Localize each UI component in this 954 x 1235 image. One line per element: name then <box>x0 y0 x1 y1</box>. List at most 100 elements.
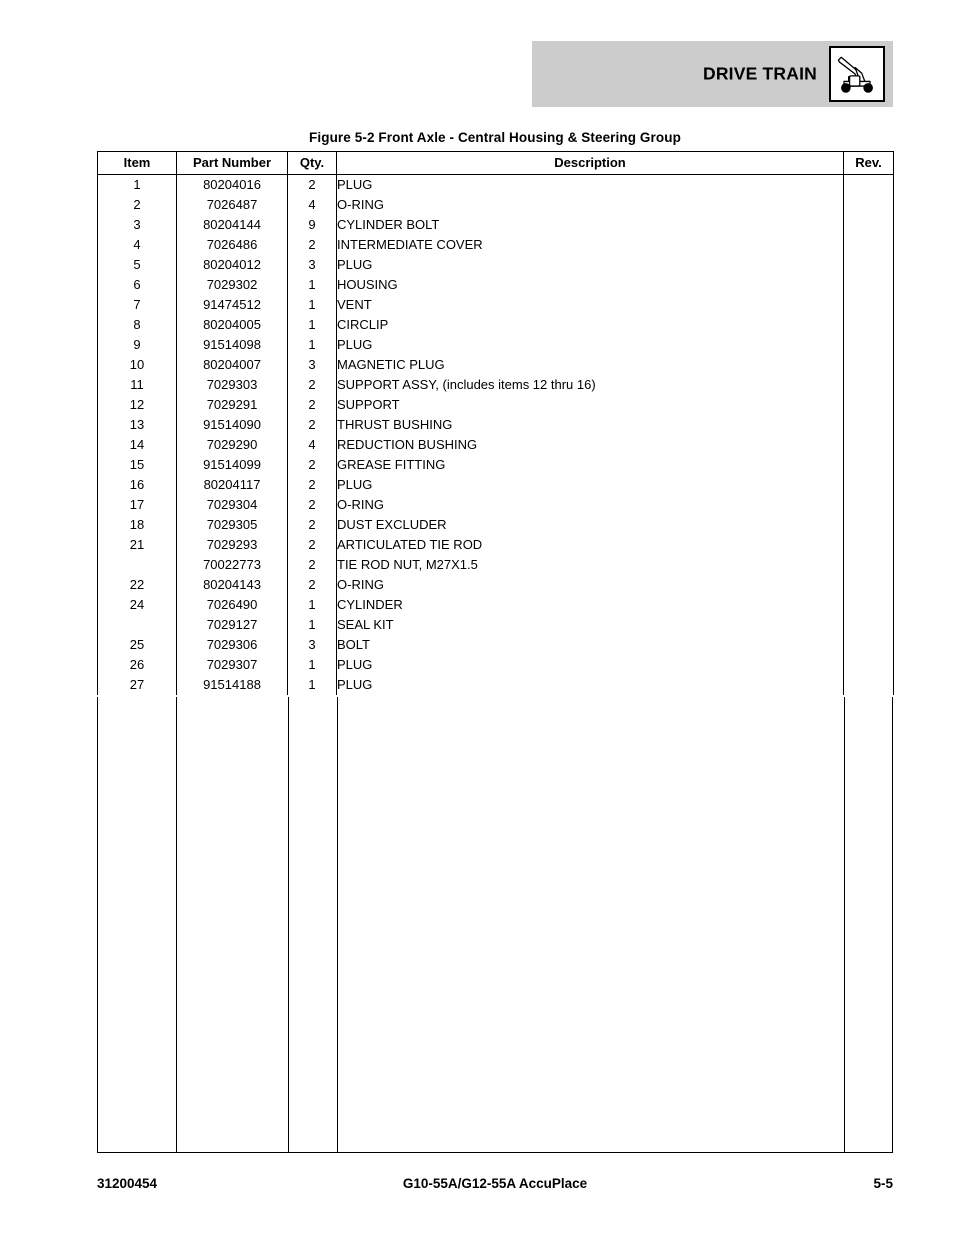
cell-rev <box>843 335 894 355</box>
cell-qty: 2 <box>287 495 337 515</box>
table-row: 12 7029291 2 SUPPORT <box>97 395 894 415</box>
column-header-qty: Qty. <box>287 151 337 175</box>
cell-description: O-RING <box>336 575 844 595</box>
cell-rev <box>843 495 894 515</box>
cell-item: 27 <box>97 675 177 695</box>
cell-part-number: 70022773 <box>176 555 288 575</box>
cell-rev <box>843 515 894 535</box>
cell-description: O-RING <box>336 495 844 515</box>
cell-item: 7 <box>97 295 177 315</box>
cell-item: 2 <box>97 195 177 215</box>
cell-rev <box>843 595 894 615</box>
table-row: 9 91514098 1 PLUG <box>97 335 894 355</box>
section-title: DRIVE TRAIN <box>702 63 817 84</box>
cell-rev <box>843 535 894 555</box>
cell-rev <box>843 575 894 595</box>
table-row: 10 80204007 3 MAGNETIC PLUG <box>97 355 894 375</box>
table-row: 16 80204117 2 PLUG <box>97 475 894 495</box>
cell-rev <box>843 555 894 575</box>
cell-item: 17 <box>97 495 177 515</box>
cell-item: 15 <box>97 455 177 475</box>
column-header-part-number: Part Number <box>176 151 288 175</box>
cell-part-number: 80204007 <box>176 355 288 375</box>
cell-description: REDUCTION BUSHING <box>336 435 844 455</box>
cell-qty: 2 <box>287 475 337 495</box>
cell-qty: 1 <box>287 595 337 615</box>
table-row: 17 7029304 2 O-RING <box>97 495 894 515</box>
table-row: 27 91514188 1 PLUG <box>97 675 894 695</box>
page-footer: 31200454 G10-55A/G12-55A AccuPlace 5-5 <box>97 1176 893 1194</box>
cell-item: 8 <box>97 315 177 335</box>
cell-qty: 4 <box>287 195 337 215</box>
cell-item <box>97 555 177 575</box>
cell-part-number: 80204144 <box>176 215 288 235</box>
cell-description: PLUG <box>336 255 844 275</box>
cell-part-number: 80204016 <box>176 174 288 195</box>
cell-description: CYLINDER BOLT <box>336 215 844 235</box>
table-row: 8 80204005 1 CIRCLIP <box>97 315 894 335</box>
cell-rev <box>843 675 894 695</box>
cell-rev <box>843 195 894 215</box>
cell-qty: 1 <box>287 675 337 695</box>
cell-description: BOLT <box>336 635 844 655</box>
cell-description: CIRCLIP <box>336 315 844 335</box>
cell-part-number: 7029306 <box>176 635 288 655</box>
cell-rev <box>843 435 894 455</box>
cell-qty: 3 <box>287 255 337 275</box>
cell-part-number: 91514099 <box>176 455 288 475</box>
cell-item: 14 <box>97 435 177 455</box>
cell-rev <box>843 235 894 255</box>
cell-item: 13 <box>97 415 177 435</box>
cell-item <box>97 615 177 635</box>
cell-qty: 1 <box>287 315 337 335</box>
table-empty-area <box>97 697 893 1153</box>
cell-item: 11 <box>97 375 177 395</box>
cell-rev <box>843 255 894 275</box>
table-row: 14 7029290 4 REDUCTION BUSHING <box>97 435 894 455</box>
figure-title: Figure 5-2 Front Axle - Central Housing … <box>309 130 681 145</box>
table-row: 4 7026486 2 INTERMEDIATE COVER <box>97 235 894 255</box>
table-row: 3 80204144 9 CYLINDER BOLT <box>97 215 894 235</box>
cell-description: GREASE FITTING <box>336 455 844 475</box>
cell-description: PLUG <box>336 475 844 495</box>
parts-table: Item Part Number Qty. Description Rev. 1… <box>97 151 894 695</box>
cell-qty: 4 <box>287 435 337 455</box>
cell-part-number: 7029293 <box>176 535 288 555</box>
cell-item: 1 <box>97 174 177 195</box>
table-row: 7029127 1 SEAL KIT <box>97 615 894 635</box>
cell-rev <box>843 315 894 335</box>
cell-rev <box>843 415 894 435</box>
cell-item: 21 <box>97 535 177 555</box>
cell-part-number: 80204012 <box>176 255 288 275</box>
table-row: 1 80204016 2 PLUG <box>97 174 894 195</box>
cell-part-number: 7029304 <box>176 495 288 515</box>
table-row: 11 7029303 2 SUPPORT ASSY, (includes items … <box>97 375 894 395</box>
table-row: 25 7029306 3 BOLT <box>97 635 894 655</box>
cell-description: PLUG <box>336 174 844 195</box>
table-row: 18 7029305 2 DUST EXCLUDER <box>97 515 894 535</box>
cell-description: MAGNETIC PLUG <box>336 355 844 375</box>
table-row: 6 7029302 1 HOUSING <box>97 275 894 295</box>
cell-qty: 2 <box>287 395 337 415</box>
cell-qty: 2 <box>287 515 337 535</box>
footer-model-name: G10-55A/G12-55A AccuPlace <box>402 1176 588 1191</box>
cell-part-number: 80204117 <box>176 475 288 495</box>
table-header-row: Item Part Number Qty. Description Rev. <box>97 151 894 175</box>
column-divider <box>288 697 289 1152</box>
table-row: 15 91514099 2 GREASE FITTING <box>97 455 894 475</box>
cell-description: O-RING <box>336 195 844 215</box>
cell-item: 4 <box>97 235 177 255</box>
cell-qty: 1 <box>287 335 337 355</box>
cell-rev <box>843 395 894 415</box>
cell-rev <box>843 375 894 395</box>
table-row: 7 91474512 1 VENT <box>97 295 894 315</box>
section-header-banner: DRIVE TRAIN <box>532 41 893 107</box>
table-row: 70022773 2 TIE ROD NUT, M27X1.5 <box>97 555 894 575</box>
cell-part-number: 7029291 <box>176 395 288 415</box>
column-divider <box>176 697 177 1152</box>
cell-description: PLUG <box>336 335 844 355</box>
table-row: 21 7029293 2 ARTICULATED TIE ROD <box>97 535 894 555</box>
cell-part-number: 7029307 <box>176 655 288 675</box>
cell-item: 16 <box>97 475 177 495</box>
cell-qty: 2 <box>287 455 337 475</box>
